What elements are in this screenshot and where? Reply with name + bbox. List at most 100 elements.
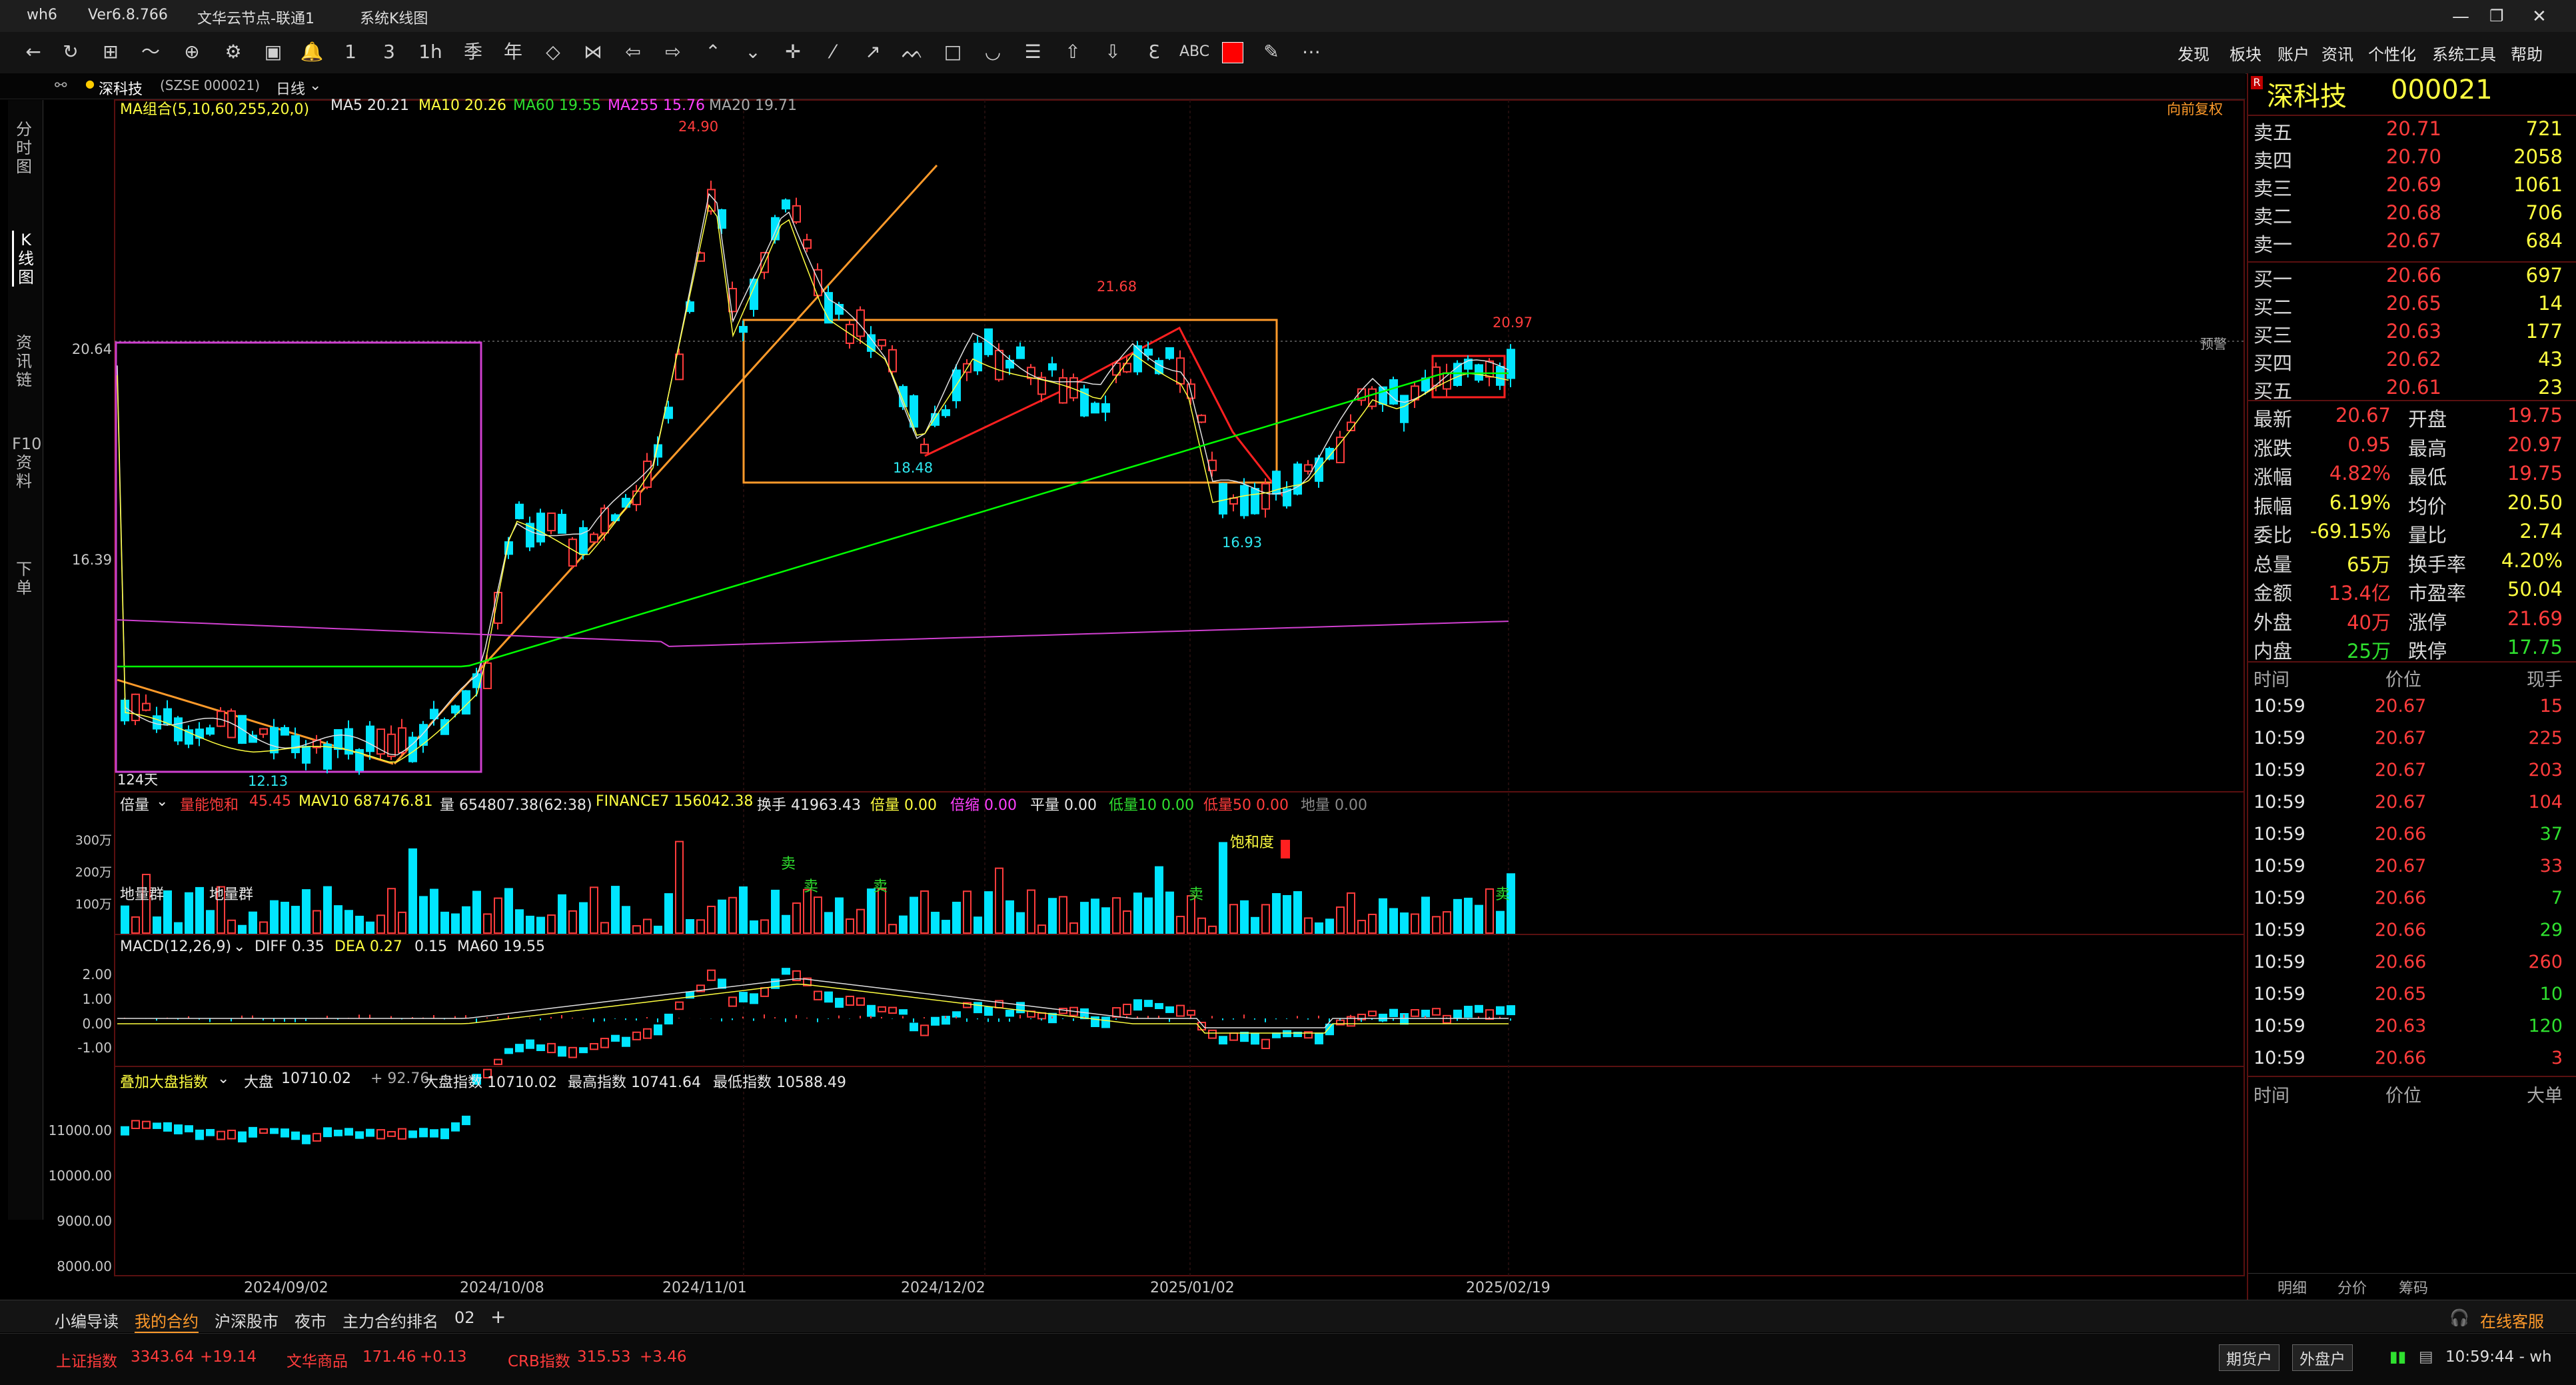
bid-price: 20.61 [2385, 376, 2441, 399]
candlestick [1176, 357, 1185, 385]
minimize-icon[interactable]: — [2452, 7, 2469, 27]
tab-my-contracts[interactable]: 我的合约 [135, 1308, 199, 1333]
volume-bar [942, 920, 950, 934]
index-candle [632, 1031, 641, 1040]
tab-detail[interactable]: 明细 [2277, 1276, 2307, 1298]
stat-value: 2.74 [2519, 520, 2563, 543]
volume-bar [643, 918, 652, 934]
volume-bar [1400, 912, 1409, 934]
candlestick [270, 726, 279, 754]
restore-icon[interactable]: ❐ [2489, 7, 2504, 25]
index-overlay-title[interactable]: 叠加大盘指数 [120, 1070, 208, 1092]
ma-indicator-title[interactable]: MA组合(5,10,60,255,20,0) [120, 97, 309, 119]
tab-night-market[interactable]: 夜市 [295, 1308, 326, 1332]
index-candle [440, 1128, 449, 1140]
tick-price: 20.66 [2375, 952, 2427, 972]
tab-hs-stocks[interactable]: 沪深股市 [215, 1308, 279, 1332]
stat-row: 总量 65万 换手率 4.20% [2248, 549, 2576, 577]
tick-row: 10:59 20.66 7 [2248, 888, 2576, 920]
tick-volume: 120 [2528, 1016, 2563, 1036]
add-tab-button[interactable]: + [490, 1306, 506, 1328]
index-candle [1315, 1032, 1323, 1044]
volume-indicator-title[interactable]: 倍量 [120, 793, 149, 814]
index-candle [675, 1001, 684, 1010]
volume-bar [1176, 916, 1185, 934]
wh-commodity-label[interactable]: 文华商品 [287, 1348, 348, 1371]
volume-bar [1368, 913, 1377, 934]
chevron-down-icon[interactable]: ⌄ [217, 1070, 229, 1087]
volume-bar [270, 900, 279, 934]
chevron-down-icon[interactable]: ⌄ [156, 793, 168, 810]
ground-volume-group-label-2: 地量群 [209, 886, 254, 903]
candlestick [1251, 488, 1259, 515]
close-icon[interactable]: ✕ [2532, 7, 2547, 27]
volume-bar [856, 908, 865, 934]
volume-bar [227, 919, 236, 934]
tick-price: 20.67 [2375, 728, 2427, 748]
candlestick [1293, 463, 1302, 495]
stat-label: 内盘 [2254, 640, 2293, 663]
index-candle [1144, 1000, 1153, 1007]
futures-account-button[interactable]: 期货户 [2219, 1344, 2279, 1371]
chart-icon[interactable]: ▤ [2419, 1348, 2433, 1366]
tick-price: 20.66 [2375, 888, 2427, 908]
menu-news[interactable]: 资讯 [2321, 41, 2353, 65]
kline-chart[interactable] [0, 0, 2246, 1300]
index-candle [1133, 999, 1142, 1011]
index-candle [355, 1131, 364, 1139]
menu-account[interactable]: 账户 [2277, 41, 2309, 65]
volume-bar [344, 910, 353, 934]
index-candle [291, 1131, 300, 1140]
macd-dea-value: DEA 0.27 [334, 938, 402, 955]
tab-02[interactable]: 02 [454, 1308, 475, 1327]
alert-label[interactable]: 预警 [2200, 333, 2227, 353]
index-candle [558, 1046, 566, 1057]
macd-indicator-title[interactable]: MACD(12,26,9) [120, 938, 231, 955]
volume-bar [888, 924, 897, 934]
tab-chips[interactable]: 筹码 [2399, 1276, 2428, 1298]
index-candle [611, 1034, 620, 1042]
index-candle [131, 1120, 140, 1130]
tick-volume: 203 [2528, 760, 2563, 780]
chevron-down-icon[interactable]: ⌄ [233, 938, 245, 955]
index-candle [1005, 1010, 1014, 1017]
headset-icon[interactable]: 🎧 [2449, 1308, 2469, 1327]
candlestick [1325, 448, 1334, 460]
index-candle [334, 1129, 342, 1136]
restore-rights-button[interactable]: 向前复权 [2167, 99, 2223, 119]
candlestick [131, 693, 140, 721]
stat-value: 4.20% [2501, 549, 2563, 572]
volume-bar [174, 922, 183, 934]
menu-help[interactable]: 帮助 [2511, 41, 2543, 65]
tab-price-distribution[interactable]: 分价 [2337, 1276, 2367, 1298]
market-value: 10710.02 [281, 1070, 351, 1087]
tick-time: 10:59 [2254, 952, 2305, 972]
tick-time: 10:59 [2254, 888, 2305, 908]
index-candle [1325, 1023, 1334, 1036]
online-service-link[interactable]: 在线客服 [2480, 1308, 2544, 1332]
big-header-time: 时间 [2254, 1086, 2289, 1106]
stat-row: 涨幅 4.82% 最低 19.75 [2248, 462, 2576, 490]
tick-price: 20.65 [2375, 984, 2427, 1004]
volume-saturation-label: 量能饱和 [180, 797, 239, 814]
index-candle [249, 1126, 257, 1138]
crb-index-label[interactable]: CRB指数 [508, 1348, 570, 1371]
index-candle [590, 1042, 598, 1050]
menu-personal[interactable]: 个性化 [2368, 41, 2416, 65]
sh-index-label[interactable]: 上证指数 [56, 1348, 117, 1371]
signal-strength-icon: ▮▮ [2389, 1348, 2407, 1366]
foreign-account-button[interactable]: 外盘户 [2292, 1344, 2353, 1371]
tab-main-contract-rank[interactable]: 主力合约排名 [342, 1308, 438, 1332]
volume-bar [1069, 922, 1078, 934]
volume-bar [281, 901, 289, 934]
index-candle [547, 1042, 556, 1054]
candlestick [1144, 349, 1153, 356]
index-candle [153, 1122, 161, 1129]
menu-tools[interactable]: 系统工具 [2432, 41, 2496, 65]
bid-level: 买二 [2254, 296, 2293, 319]
candlestick [1240, 485, 1249, 517]
volume-bar [1272, 893, 1281, 934]
days-count-label: 124天 [117, 772, 159, 788]
macd-axis-tick-4: -1.00 [77, 1040, 112, 1056]
tab-editor-guide[interactable]: 小编导读 [55, 1308, 119, 1332]
